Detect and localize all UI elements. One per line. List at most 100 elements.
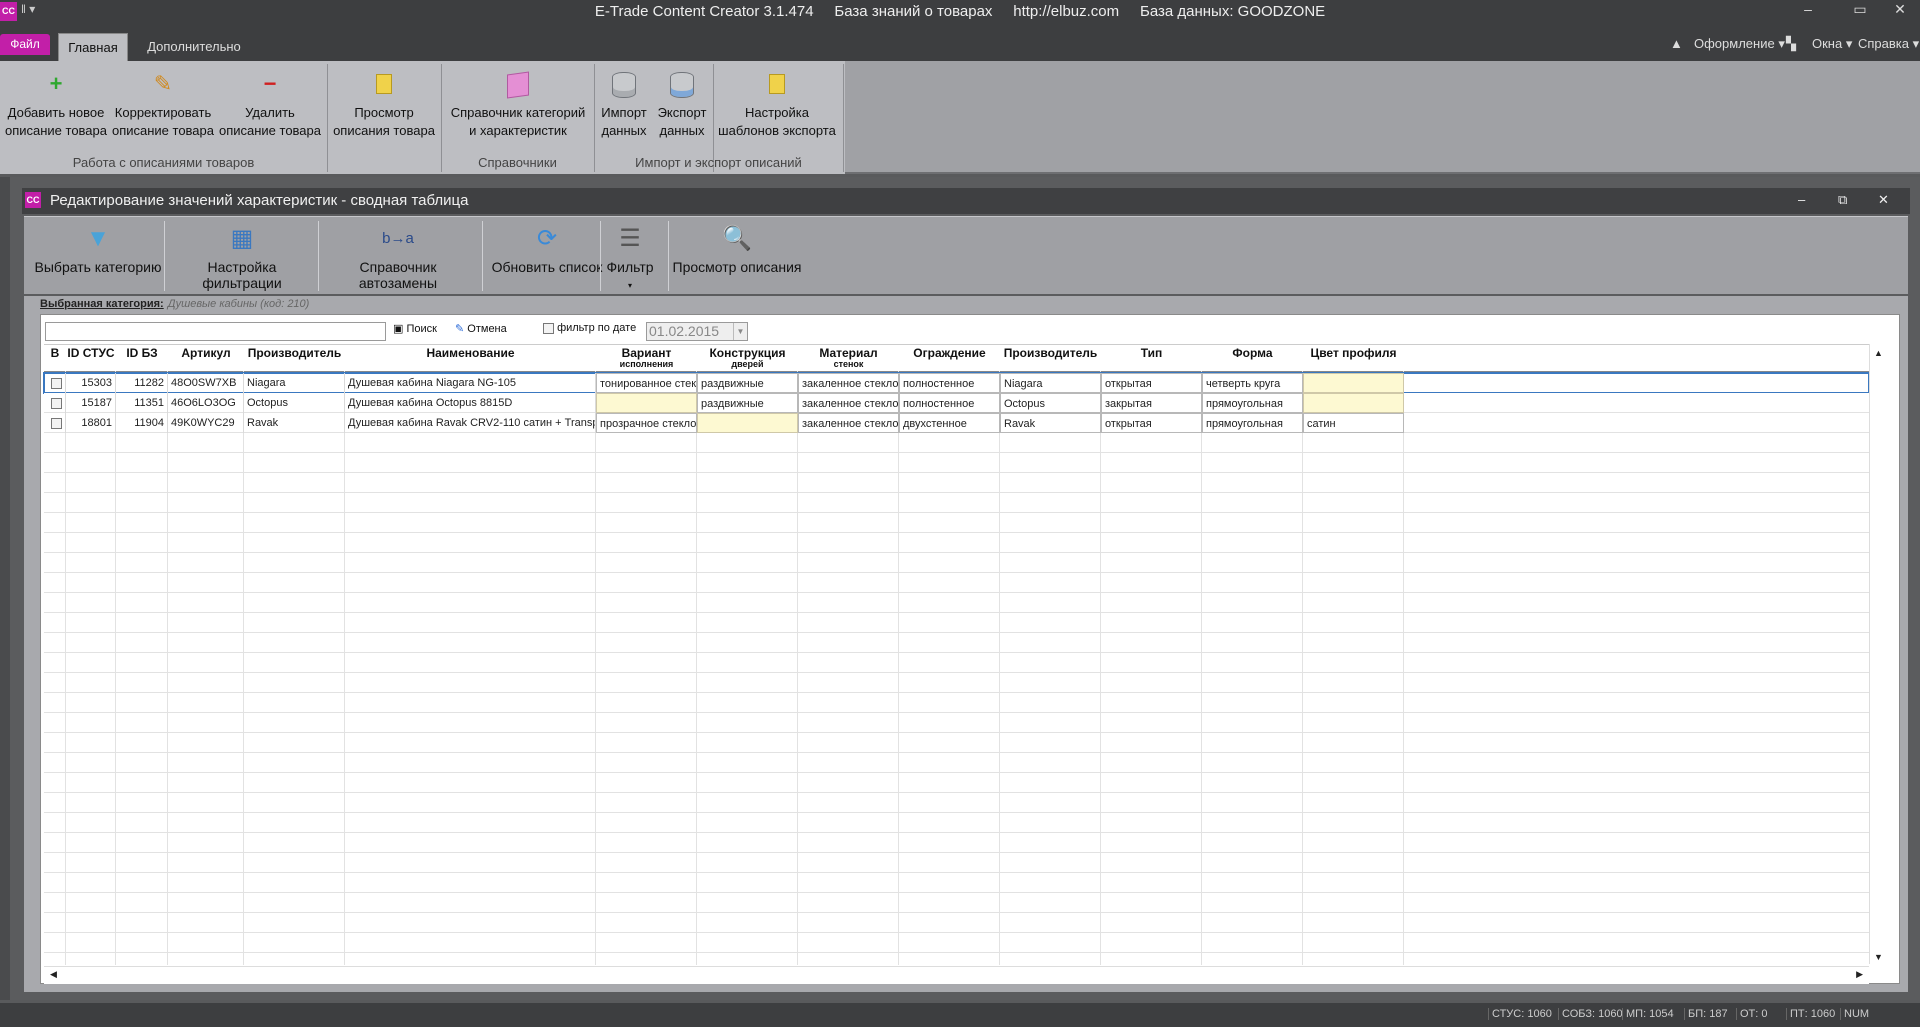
scroll-right-icon[interactable]: ▶ (1856, 969, 1863, 980)
export-templates-button[interactable]: Настройка шаблонов экспорта (716, 70, 838, 140)
tab-additional[interactable]: Дополнительно (138, 33, 250, 62)
column-header[interactable]: Материал стенок (798, 345, 899, 371)
date-filter-checkbox[interactable] (543, 322, 554, 334)
column-header[interactable]: Производитель (244, 345, 345, 371)
scroll-down-icon[interactable]: ▼ (1870, 952, 1887, 962)
child-minimize-icon[interactable]: – (1798, 192, 1805, 207)
filter-dropdown-button[interactable]: ☰ Фильтр ▾ (604, 217, 656, 295)
table-cell[interactable] (1303, 373, 1404, 393)
row-checkbox[interactable] (50, 397, 62, 409)
child-restore-icon[interactable]: ⧉ (1838, 192, 1847, 208)
table-row (44, 473, 1869, 493)
date-filter-toggle[interactable]: фильтр по дате (543, 322, 636, 334)
status-item: ОТ: 0 (1736, 1008, 1771, 1020)
add-description-button[interactable]: + Добавить новое описание товара (4, 70, 108, 140)
column-header-title: Производитель (1003, 346, 1098, 360)
row-checkbox-cell[interactable] (44, 393, 66, 413)
table-cell[interactable]: раздвижные (697, 373, 798, 393)
category-reference-button[interactable]: Справочник категорий и характеристик (444, 70, 592, 140)
windows-menu-label: Окна (1812, 36, 1843, 51)
import-data-button[interactable]: Импорт данных (596, 70, 652, 140)
table-row[interactable]: 15187 11351 46O6LO3OG Octopus Душевая кабина… (44, 393, 1869, 413)
column-header[interactable]: Тип (1101, 345, 1202, 371)
table-cell[interactable]: четверть круга (1202, 373, 1303, 393)
tab-main[interactable]: Главная (58, 33, 128, 62)
table-cell[interactable]: прямоугольная (1202, 413, 1303, 433)
refresh-list-button[interactable]: ⟳ Обновить список (486, 217, 608, 295)
table-row[interactable]: 18801 11904 49K0WYC29 Ravak Душевая кабина R… (44, 413, 1869, 433)
chevron-down-icon[interactable]: ▼ (733, 323, 747, 340)
cancel-search-button[interactable]: ✎ Отмена (455, 322, 507, 335)
column-header[interactable]: ID СТУС (66, 345, 116, 371)
table-cell[interactable]: Octopus (1000, 393, 1101, 413)
table-cell[interactable]: закаленное стекло (798, 413, 899, 433)
column-header[interactable]: Артикул (168, 345, 244, 371)
table-cell[interactable]: закрытая (1101, 393, 1202, 413)
windows-icon[interactable]: ▚ (1786, 36, 1796, 52)
table-cell[interactable] (1303, 393, 1404, 413)
table-cell[interactable]: открытая (1101, 373, 1202, 393)
refresh-list-label: Обновить список (491, 259, 603, 275)
horizontal-scrollbar[interactable]: ◀ ▶ (44, 966, 1869, 984)
child-close-icon[interactable]: ✕ (1878, 192, 1889, 208)
column-header[interactable]: В (44, 345, 66, 371)
table-cell[interactable]: полностенное (899, 393, 1000, 413)
row-checkbox[interactable] (50, 377, 62, 389)
table-cell[interactable]: прямоугольная (1202, 393, 1303, 413)
row-checkbox[interactable] (50, 417, 62, 429)
selected-category-label: Выбранная категория: (40, 298, 164, 310)
table-cell[interactable]: Ravak (1000, 413, 1101, 433)
column-header[interactable]: Ограждение (899, 345, 1000, 371)
column-header[interactable]: Форма (1202, 345, 1303, 371)
scroll-left-icon[interactable]: ◀ (50, 969, 57, 980)
table-cell[interactable]: сатин (1303, 413, 1404, 433)
search-button[interactable]: ▣ Поиск (393, 322, 437, 335)
export-data-button[interactable]: Экспорт данных (654, 70, 710, 140)
table-cell[interactable]: прозрачное стекло (596, 413, 697, 433)
edit-description-button[interactable]: ✎ Корректировать описание товара (110, 70, 216, 140)
design-menu[interactable]: Оформление ▾ (1694, 36, 1785, 52)
maximize-icon[interactable]: ▭ (1848, 1, 1872, 18)
date-picker[interactable]: 01.02.2015 ▼ (646, 322, 748, 341)
scroll-up-icon[interactable]: ▲ (1870, 348, 1887, 358)
table-cell[interactable]: раздвижные (697, 393, 798, 413)
table-cell[interactable]: открытая (1101, 413, 1202, 433)
column-header[interactable]: Конструкция дверей (697, 345, 798, 371)
row-checkbox-cell[interactable] (44, 413, 66, 433)
table-cell[interactable]: полностенное (899, 373, 1000, 393)
search-input[interactable] (45, 322, 386, 341)
column-header-title: Форма (1232, 346, 1273, 360)
add-description-label1: Добавить новое (7, 105, 105, 120)
windows-menu[interactable]: Окна ▾ (1812, 36, 1852, 52)
table-row (44, 513, 1869, 533)
left-dock-handle[interactable] (0, 177, 10, 1000)
file-menu-button[interactable]: Файл (0, 34, 50, 55)
view-description-button[interactable]: Просмотр описания товара (330, 70, 438, 140)
column-header[interactable]: Вариант исполнения (596, 345, 697, 371)
column-header[interactable]: Производитель (1000, 345, 1101, 371)
table-cell[interactable]: тонированное стекло (596, 373, 697, 393)
table-cell[interactable] (596, 393, 697, 413)
table-cell[interactable]: закаленное стекло (798, 373, 899, 393)
column-header-subtitle: стенок (833, 359, 864, 369)
collapse-ribbon-icon[interactable]: ▲ (1670, 36, 1683, 51)
autoreplace-reference-button[interactable]: b→a Справочник автозамены (322, 217, 474, 295)
table-cell[interactable]: двухстенное (899, 413, 1000, 433)
column-header-subtitle: исполнения (619, 359, 674, 369)
select-category-button[interactable]: ▼ Выбрать категорию (34, 217, 162, 295)
table-row[interactable]: 15303 11282 48O0SW7XB Niagara Душевая кабина… (43, 372, 1870, 394)
column-header[interactable]: Цвет профиля (1303, 345, 1404, 371)
filter-settings-button[interactable]: ▦ Настройка фильтрации (170, 217, 314, 295)
close-icon[interactable]: ✕ (1888, 1, 1912, 18)
help-menu[interactable]: Справка ▾ (1858, 36, 1919, 52)
table-cell[interactable]: закаленное стекло (798, 393, 899, 413)
minimize-icon[interactable]: – (1796, 1, 1820, 17)
table-cell[interactable]: Niagara (1000, 373, 1101, 393)
column-header[interactable]: ID БЗ (116, 345, 168, 371)
row-checkbox-cell[interactable] (44, 373, 66, 393)
vertical-scrollbar[interactable]: ▲ ▼ (1869, 344, 1887, 964)
column-header[interactable]: Наименование (345, 345, 596, 371)
table-cell[interactable] (697, 413, 798, 433)
view-description-toolbar-button[interactable]: 🔍 Просмотр описания (672, 217, 802, 295)
delete-description-button[interactable]: − Удалить описание товара (218, 70, 322, 140)
